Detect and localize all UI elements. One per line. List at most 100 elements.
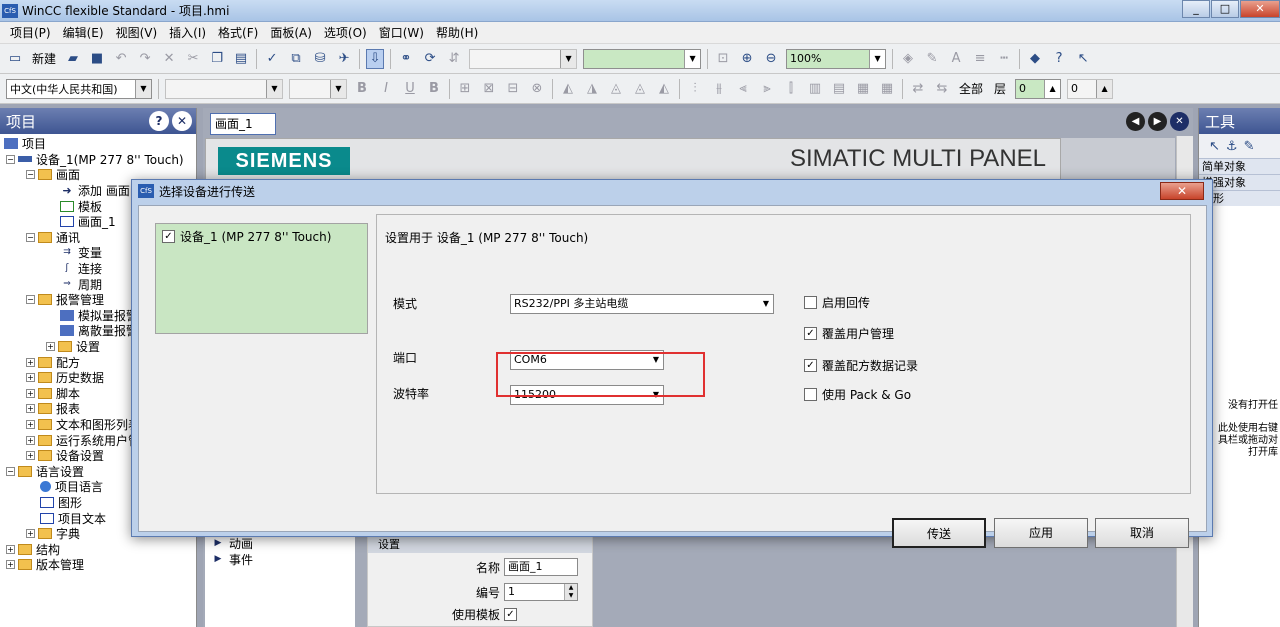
tree-item[interactable]: + 结构 (0, 541, 196, 557)
align-top-icon[interactable]: ⫷ (734, 79, 752, 99)
overwrite-user-admin-checkbox[interactable]: ✓ (804, 327, 817, 340)
layer-back-icon[interactable]: ⇄ (909, 79, 927, 99)
expand-icon[interactable]: + (26, 357, 35, 367)
overwrite-recipe-checkbox[interactable]: ✓ (804, 359, 817, 372)
rotate-icon[interactable]: ⊗ (528, 79, 546, 99)
collapse-icon[interactable]: − (26, 295, 35, 305)
collapse-icon[interactable]: − (6, 154, 15, 164)
cancel-button[interactable]: 取消 (1095, 518, 1189, 548)
expand-icon[interactable]: + (26, 451, 35, 461)
align-vcenter-icon[interactable]: ⫸ (758, 79, 776, 99)
enable-backtransfer-option[interactable]: 启用回传 (804, 294, 870, 311)
maximize-button[interactable]: □ (1211, 0, 1239, 18)
close-editor-icon[interactable]: ✕ (1170, 112, 1189, 131)
menu-help[interactable]: 帮助(H) (430, 24, 484, 41)
tree-item[interactable]: − 设备_1(MP 277 8'' Touch) (0, 152, 196, 168)
close-window-button[interactable]: ✕ (1240, 0, 1280, 18)
tab-screen-1[interactable]: 画面_1 (210, 113, 276, 135)
align-right-icon[interactable]: ⊟ (504, 79, 522, 99)
line-style-icon[interactable]: ≡ (971, 49, 989, 69)
same-size-icon[interactable]: ▦ (854, 79, 872, 99)
menu-format[interactable]: 格式(F) (212, 24, 264, 41)
save-icon[interactable]: ■ (88, 49, 106, 69)
edit-icon[interactable]: ✎ (1244, 139, 1255, 154)
order-icon[interactable]: ◬ (631, 79, 649, 99)
distribute-icon[interactable]: ◭ (559, 79, 577, 99)
tools-category[interactable]: 简单对象 (1199, 158, 1280, 174)
transfer-icon[interactable]: ⇩ (366, 48, 385, 69)
expand-icon[interactable]: + (26, 373, 35, 383)
context-help-icon[interactable]: ↖ (1074, 49, 1092, 69)
align-bottom-icon[interactable]: ⫿ (782, 79, 800, 99)
new-icon[interactable]: ▭ (6, 49, 24, 69)
bold-icon[interactable]: B (353, 79, 371, 99)
same-height-icon[interactable]: ▤ (830, 79, 848, 99)
tree-item[interactable]: + 版本管理 (0, 557, 196, 573)
all-layers-label[interactable]: 全部 (957, 79, 985, 99)
dash-style-icon[interactable]: ┅ (995, 49, 1013, 69)
close-panel-icon[interactable]: ✕ (172, 111, 192, 131)
menu-insert[interactable]: 插入(I) (163, 24, 212, 41)
use-template-checkbox[interactable]: ✓ (504, 608, 517, 621)
refresh-icon[interactable]: ⟳ (421, 49, 439, 69)
pack-and-go-checkbox[interactable] (804, 388, 817, 401)
device-item[interactable]: ✓ 设备_1 (MP 277 8'' Touch) (162, 228, 331, 245)
copy-icon[interactable]: ❐ (208, 49, 226, 69)
tree-item-animation[interactable]: ▶ 动画 (205, 536, 355, 552)
bold-more-icon[interactable]: B (425, 79, 443, 99)
enable-backtransfer-checkbox[interactable] (804, 296, 817, 309)
italic-icon[interactable]: I (377, 79, 395, 99)
generate-icon[interactable]: ⧉ (287, 49, 305, 69)
help-icon[interactable]: ? (1050, 49, 1068, 69)
overwrite-recipe-option[interactable]: ✓ 覆盖配方数据记录 (804, 357, 918, 374)
sync-icon[interactable]: ⇵ (445, 49, 463, 69)
font-select[interactable]: ▼ (165, 78, 283, 99)
zoom-out-icon[interactable]: ⊖ (762, 49, 780, 69)
simulate-icon[interactable]: ✈ (335, 49, 353, 69)
name-field[interactable]: 画面_1 (504, 558, 578, 576)
align-hcenter-icon[interactable]: ⫵ (710, 79, 728, 99)
expand-icon[interactable]: + (6, 560, 15, 570)
mirror-icon[interactable]: ◮ (583, 79, 601, 99)
flip-icon[interactable]: ◬ (607, 79, 625, 99)
align-left-icon[interactable]: ⫶ (686, 79, 704, 99)
fill-color-icon[interactable]: ◈ (899, 49, 917, 69)
expand-icon[interactable]: + (46, 342, 55, 352)
cross-reference-icon[interactable]: ⚭ (397, 49, 415, 69)
paste-icon[interactable]: ▤ (232, 49, 250, 69)
pack-and-go-option[interactable]: 使用 Pack & Go (804, 386, 911, 403)
font-color-icon[interactable]: A (947, 49, 965, 69)
line-color-icon[interactable]: ✎ (923, 49, 941, 69)
tree-item-events[interactable]: ▶ 事件 (205, 552, 355, 568)
mode-select[interactable]: RS232/PPI 多主站电缆 ▼ (510, 294, 774, 314)
overwrite-user-admin-option[interactable]: ✓ 覆盖用户管理 (804, 325, 894, 342)
compile-icon[interactable]: ⛁ (311, 49, 329, 69)
active-layer-spinner[interactable]: 0 ▲ (1015, 78, 1062, 99)
menu-options[interactable]: 选项(O) (318, 24, 373, 41)
transfer-button[interactable]: 传送 (892, 518, 986, 548)
library-icon[interactable]: ◆ (1026, 49, 1044, 69)
layer-selector[interactable]: ▼ (583, 48, 702, 69)
next-icon[interactable]: ▶ (1148, 112, 1167, 131)
check-icon[interactable]: ✓ (263, 49, 281, 69)
align-icon[interactable]: ⊞ (456, 79, 474, 99)
collapse-icon[interactable]: − (6, 466, 15, 476)
expand-icon[interactable]: + (26, 529, 35, 539)
align-center-icon[interactable]: ⊠ (480, 79, 498, 99)
spinner-icon[interactable]: ▲ ▼ (564, 584, 577, 600)
menu-edit[interactable]: 编辑(E) (57, 24, 110, 41)
pointer-icon[interactable]: ↖ (1209, 139, 1220, 154)
apply-button[interactable]: 应用 (994, 518, 1088, 548)
help-icon[interactable]: ? (149, 111, 169, 131)
language-select[interactable]: 中文(中华人民共和国) ▼ (6, 78, 152, 99)
expand-icon[interactable]: + (26, 419, 35, 429)
menu-faceplates[interactable]: 面板(A) (264, 24, 318, 41)
delete-icon[interactable]: ✕ (160, 49, 178, 69)
expand-icon[interactable]: + (26, 435, 35, 445)
font-size-select[interactable]: ▼ (289, 78, 347, 99)
expand-icon[interactable]: + (26, 388, 35, 398)
zoom-area-icon[interactable]: ⊡ (714, 49, 732, 69)
object-selector[interactable]: ▼ (469, 48, 578, 69)
device-checkbox[interactable]: ✓ (162, 230, 175, 243)
minimize-button[interactable]: _ (1182, 0, 1210, 18)
